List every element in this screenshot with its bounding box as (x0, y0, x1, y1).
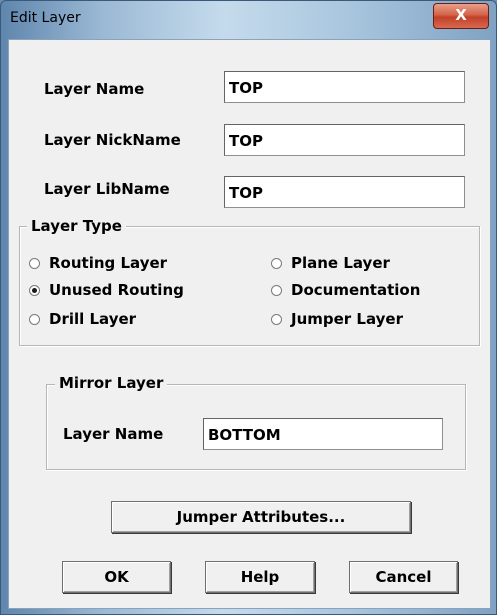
dialog-body: Layer Name TOP Layer NickName TOP Layer … (8, 39, 491, 609)
radio-button (29, 257, 40, 269)
radio-plane-layer[interactable]: Plane Layer (271, 254, 390, 272)
close-button[interactable]: X (433, 3, 489, 29)
radio-label: Plane Layer (291, 254, 390, 272)
radio-label: Documentation (291, 281, 421, 299)
radio-label: Drill Layer (49, 310, 137, 328)
radio-button (271, 257, 282, 269)
mirror-layer-name-label: Layer Name (63, 425, 164, 443)
close-icon: X (455, 6, 467, 24)
radio-label: Routing Layer (49, 254, 168, 272)
layer-name-label: Layer Name (44, 80, 145, 98)
title-bar[interactable]: Edit Layer X (1, 1, 496, 39)
layer-libname-label: Layer LibName (44, 180, 170, 198)
cancel-button[interactable]: Cancel (349, 561, 458, 593)
radio-label: Jumper Layer (291, 310, 403, 328)
layer-nickname-label: Layer NickName (44, 131, 181, 149)
radio-button-checked (29, 284, 40, 296)
layer-libname-field[interactable]: TOP (224, 176, 465, 208)
radio-drill-layer[interactable]: Drill Layer (29, 310, 136, 328)
help-button[interactable]: Help (205, 561, 315, 593)
radio-documentation[interactable]: Documentation (271, 281, 420, 299)
ok-button[interactable]: OK (62, 561, 171, 593)
radio-jumper-layer[interactable]: Jumper Layer (271, 310, 403, 328)
mirror-layer-name-field[interactable]: BOTTOM (203, 418, 443, 450)
layer-name-field[interactable]: TOP (224, 71, 465, 103)
radio-button (29, 313, 40, 325)
mirror-layer-title: Mirror Layer (55, 374, 168, 392)
jumper-attributes-button[interactable]: Jumper Attributes... (111, 501, 411, 533)
edit-layer-dialog: Edit Layer X Layer Name TOP Layer NickNa… (0, 0, 497, 615)
window-title: Edit Layer (10, 10, 81, 26)
radio-label: Unused Routing (49, 281, 184, 299)
layer-type-title: Layer Type (27, 217, 126, 235)
radio-routing-layer[interactable]: Routing Layer (29, 254, 167, 272)
radio-unused-routing[interactable]: Unused Routing (29, 281, 184, 299)
radio-button (271, 284, 282, 296)
layer-nickname-field[interactable]: TOP (224, 124, 465, 156)
radio-button (271, 313, 282, 325)
